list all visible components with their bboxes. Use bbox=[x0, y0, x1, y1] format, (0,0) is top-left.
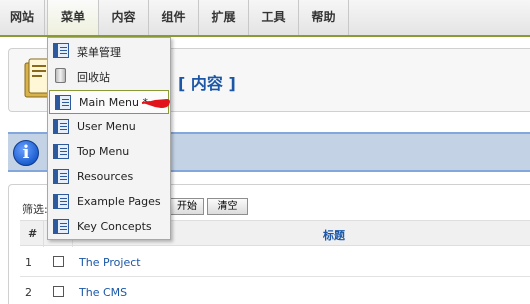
dropdown-item-label: Example Pages bbox=[77, 195, 161, 208]
filter-label: 筛选: bbox=[22, 203, 48, 216]
row-title-link[interactable]: The CMS bbox=[79, 286, 127, 299]
pointing-hand-icon bbox=[141, 99, 170, 108]
row-title-link[interactable]: The Project bbox=[79, 256, 141, 269]
table-row[interactable]: 1 The Project bbox=[20, 247, 530, 277]
dropdown-item-resources[interactable]: Resources bbox=[48, 165, 170, 189]
dropdown-item-label: Top Menu bbox=[77, 145, 130, 158]
dropdown-item-menu-manager[interactable]: 菜单管理 bbox=[48, 39, 170, 63]
menu-help[interactable]: 帮助 bbox=[299, 0, 349, 35]
reset-button[interactable]: 清空 bbox=[207, 198, 248, 215]
menu-list-icon bbox=[55, 95, 71, 110]
menu-list-icon bbox=[53, 194, 69, 209]
dropdown-item-user-menu[interactable]: User Menu bbox=[48, 115, 170, 139]
menu-menus[interactable]: 菜单 bbox=[47, 0, 99, 35]
dropdown-item-label: User Menu bbox=[77, 120, 136, 133]
dropdown-item-trash[interactable]: 回收站 bbox=[48, 64, 170, 88]
row-checkbox[interactable] bbox=[53, 256, 64, 267]
menu-site[interactable]: 网站 bbox=[0, 0, 45, 35]
dropdown-item-key-concepts[interactable]: Key Concepts bbox=[48, 215, 170, 239]
dropdown-item-label: Main Menu * bbox=[79, 96, 148, 109]
table-row[interactable]: 2 The CMS bbox=[20, 277, 530, 304]
dropdown-item-example-pages[interactable]: Example Pages bbox=[48, 190, 170, 214]
column-header-num[interactable]: # bbox=[28, 227, 37, 240]
dropdown-item-label: Resources bbox=[77, 170, 134, 183]
row-number: 1 bbox=[25, 256, 32, 269]
menu-list-icon bbox=[53, 119, 69, 134]
menu-extensions[interactable]: 扩展 bbox=[199, 0, 249, 35]
go-button[interactable]: 开始 bbox=[170, 198, 204, 215]
dropdown-item-label: Key Concepts bbox=[77, 220, 152, 233]
page-title: [ 内容 ] bbox=[178, 74, 236, 93]
menu-list-icon bbox=[53, 43, 69, 58]
row-checkbox[interactable] bbox=[53, 286, 64, 297]
menu-list-icon bbox=[53, 219, 69, 234]
column-header-title[interactable]: 标题 bbox=[323, 227, 345, 243]
dropdown-item-label: 菜单管理 bbox=[77, 46, 121, 59]
menu-components[interactable]: 组件 bbox=[149, 0, 199, 35]
dropdown-item-top-menu[interactable]: Top Menu bbox=[48, 140, 170, 164]
row-number: 2 bbox=[25, 286, 32, 299]
menu-content[interactable]: 内容 bbox=[99, 0, 149, 35]
menu-tools[interactable]: 工具 bbox=[249, 0, 299, 35]
info-icon: i bbox=[13, 140, 39, 166]
trash-icon bbox=[55, 68, 66, 83]
menu-list-icon bbox=[53, 169, 69, 184]
dropdown-item-label: 回收站 bbox=[77, 71, 110, 84]
top-menubar: 网站 菜单 内容 组件 扩展 工具 帮助 bbox=[0, 0, 530, 37]
menu-list-icon bbox=[53, 144, 69, 159]
menus-dropdown: 菜单管理 回收站 Main Menu * User Menu Top Menu … bbox=[47, 37, 171, 240]
